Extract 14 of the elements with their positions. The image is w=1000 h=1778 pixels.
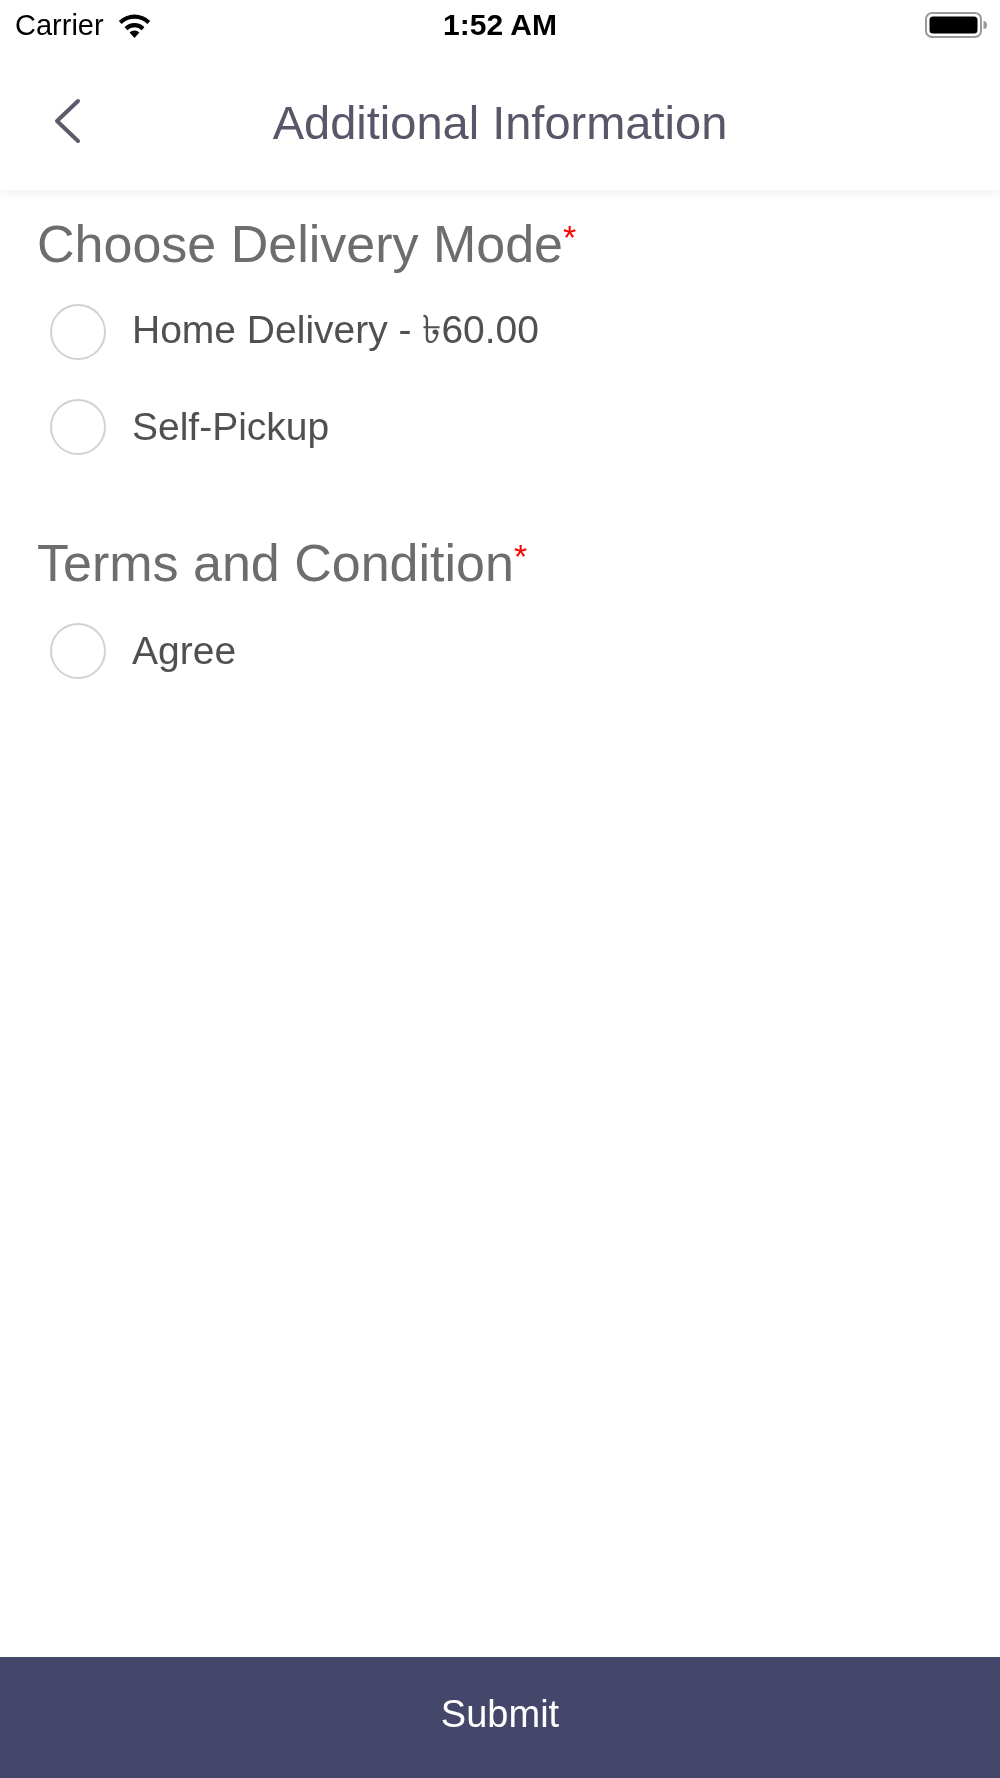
back-chevron-icon[interactable] [52, 98, 82, 144]
required-asterisk: * [563, 220, 577, 254]
carrier-label: Carrier [15, 8, 104, 42]
wifi-icon [116, 12, 152, 38]
section-heading: Terms and Condition [37, 533, 514, 593]
option-label[interactable]: Self-Pickup [132, 404, 330, 449]
required-asterisk: * [513, 539, 528, 573]
section-heading: Choose Delivery Mode [37, 214, 564, 274]
submit-button[interactable]: Submit [0, 1657, 1000, 1778]
screen-title: Additional Information [272, 94, 728, 150]
status-time: 1:52 AM [443, 8, 557, 42]
battery-icon [925, 12, 987, 38]
option-label[interactable]: Agree [132, 628, 237, 673]
option-label[interactable]: Home Delivery - ৳60.00 [132, 299, 539, 364]
